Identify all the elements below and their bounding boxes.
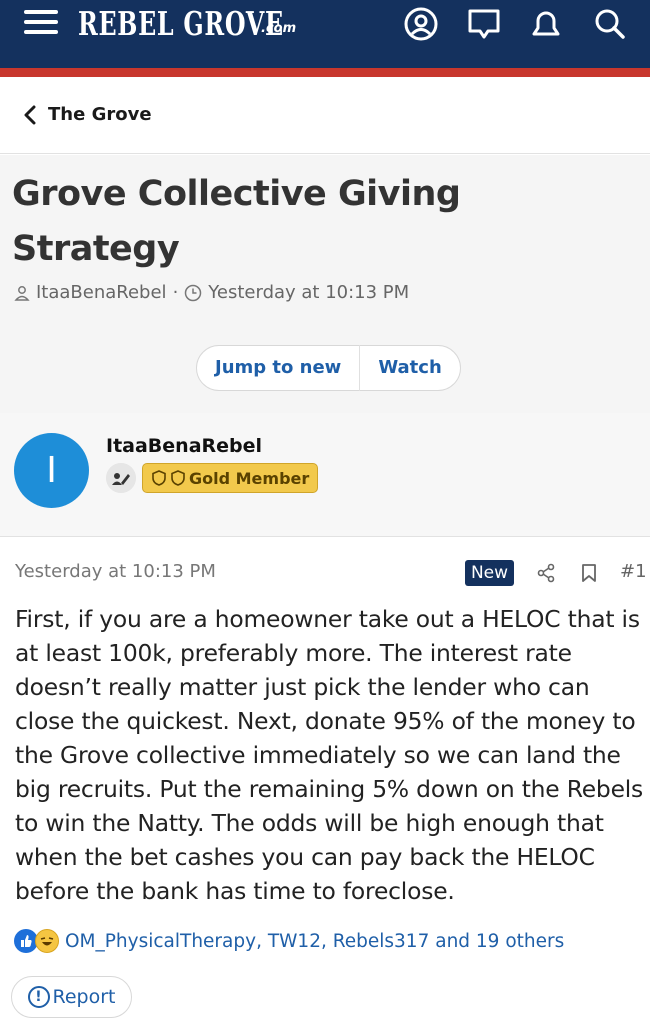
thread-date[interactable]: Yesterday at 10:13 PM [208, 282, 409, 303]
report-button[interactable]: ! Report [11, 976, 132, 1018]
laugh-icon [35, 929, 59, 953]
top-nav-bar: REBEL GROVE .com [0, 0, 650, 68]
status-badge: Gold Member [142, 463, 319, 493]
watch-button[interactable]: Watch [360, 345, 459, 391]
search-icon[interactable] [592, 6, 628, 42]
alerts-icon[interactable] [528, 6, 564, 42]
clock-icon [185, 284, 202, 301]
chevron-left-icon [24, 105, 36, 125]
post-body: First, if you are a homeowner take out a… [15, 605, 644, 905]
username[interactable]: ItaaBenaRebel [106, 435, 262, 457]
logo-text: REBEL GROVE [78, 3, 284, 43]
bookmark-icon[interactable] [579, 562, 599, 584]
report-label: Report [52, 986, 116, 1008]
menu-icon[interactable] [24, 10, 58, 38]
avatar[interactable]: I [14, 433, 89, 508]
thread-header: Grove Collective Giving Strategy ItaaBen… [0, 155, 650, 413]
jump-to-new-button[interactable]: Jump to new [197, 345, 359, 391]
user-role-icon [106, 463, 136, 493]
shield-icon [152, 470, 166, 486]
accent-stripe [0, 68, 650, 77]
reactions-bar[interactable]: OM_PhysicalTherapy, TW12, Rebels317 and … [14, 929, 564, 953]
account-icon[interactable] [403, 6, 439, 42]
alert-icon: ! [27, 986, 50, 1008]
breadcrumb[interactable]: The Grove [0, 77, 650, 154]
share-icon[interactable] [536, 562, 556, 584]
shield-icon [171, 470, 185, 486]
post-number[interactable]: #1 [620, 561, 647, 582]
messages-icon[interactable] [466, 6, 502, 42]
new-badge: New [465, 560, 514, 586]
thread-actions: Jump to new Watch [196, 345, 461, 391]
post-author-bar: I ItaaBenaRebel Gold Member [0, 413, 650, 537]
user-icon [14, 285, 30, 301]
page-title: Grove Collective Giving Strategy [12, 174, 461, 269]
reactions-summary[interactable]: OM_PhysicalTherapy, TW12, Rebels317 and … [65, 931, 564, 952]
badge-label: Gold Member [189, 468, 310, 488]
logo-suffix: .com [261, 21, 297, 36]
site-logo[interactable]: REBEL GROVE .com [78, 2, 364, 44]
back-link[interactable]: The Grove [48, 104, 152, 125]
thread-author[interactable]: ItaaBenaRebel [36, 282, 167, 303]
thread-meta: ItaaBenaRebel · Yesterday at 10:13 PM [14, 282, 409, 303]
post-date[interactable]: Yesterday at 10:13 PM [15, 561, 216, 582]
